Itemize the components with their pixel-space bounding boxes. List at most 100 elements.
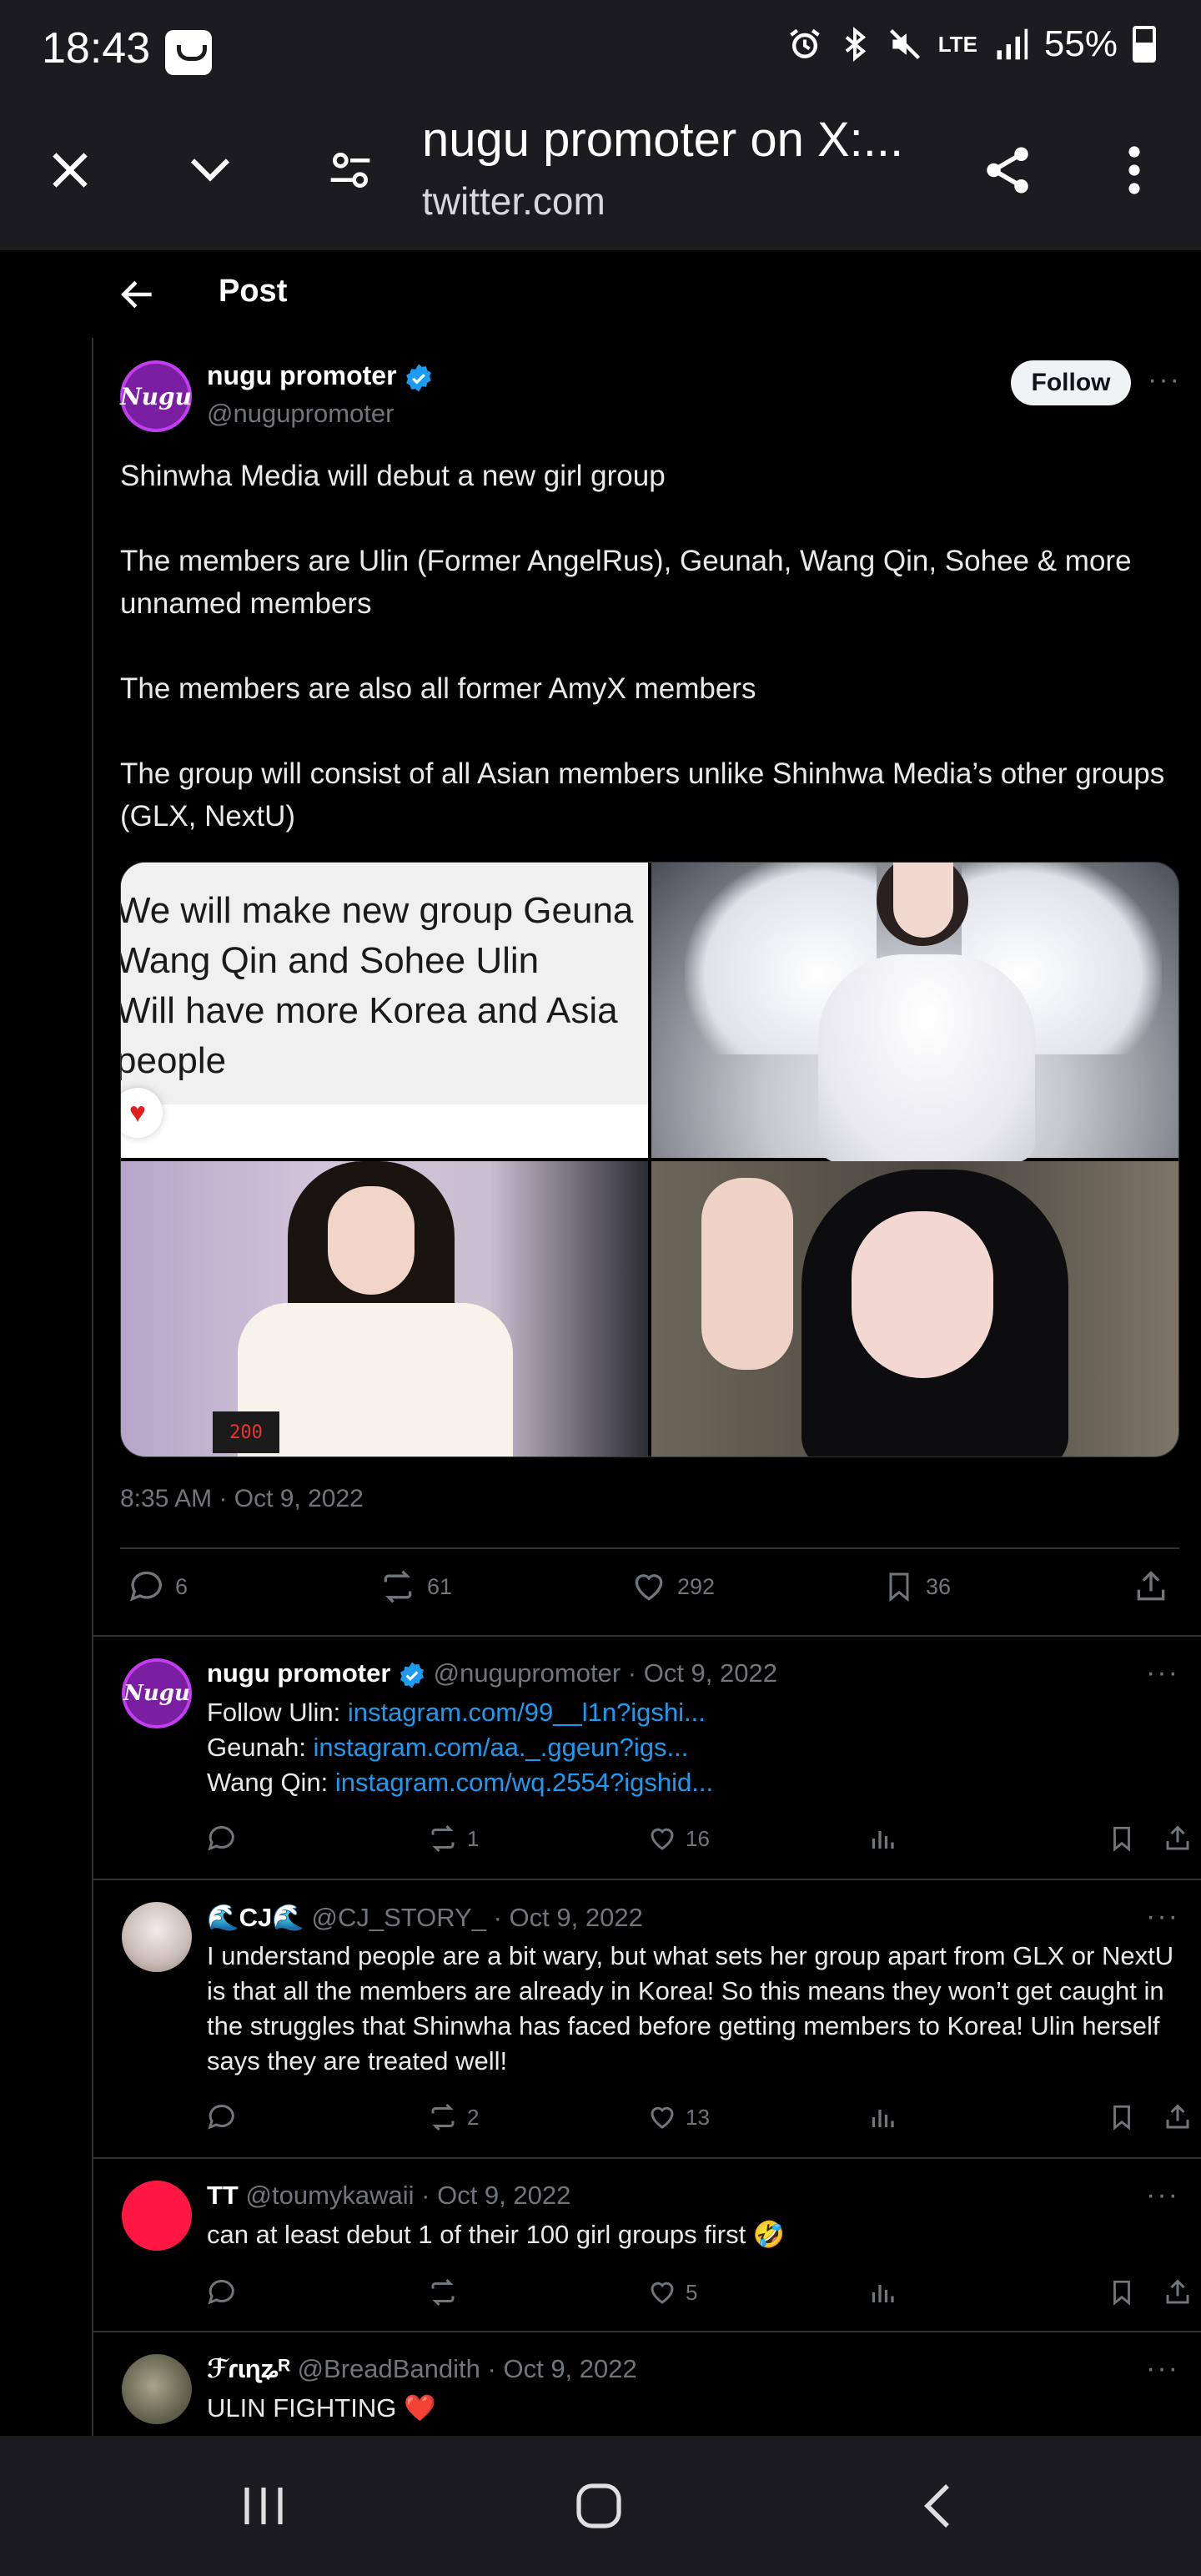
media-image-angel-photo[interactable] [651, 863, 1178, 1163]
avatar[interactable] [122, 1902, 192, 1972]
author-handle[interactable]: @nugupromoter [434, 1658, 621, 1688]
repost-button[interactable]: 2 [427, 2102, 479, 2132]
author-name[interactable]: nugu promoter [207, 1658, 390, 1688]
like-button[interactable]: 16 [647, 1824, 710, 1854]
instagram-link[interactable]: instagram.com/aa._.ggeun?igs... [314, 1733, 689, 1762]
line-label: Geunah: [207, 1733, 314, 1762]
battery-percent: 55% [1043, 23, 1118, 64]
reply-icon [208, 2279, 234, 2305]
reply-button[interactable] [207, 2277, 237, 2307]
screenshot-text-area: We will make new group Geuna Wang Qin an… [121, 863, 648, 1104]
more-options-icon[interactable]: ··· [1146, 2352, 1179, 2385]
minimize-button[interactable] [170, 130, 250, 210]
views-button[interactable] [867, 1824, 897, 1854]
bluetooth-icon [845, 27, 866, 62]
share-tweet-button[interactable] [1163, 1824, 1193, 1854]
tweet-timestamp[interactable]: 8:35 AM · Oct 9, 2022 [120, 1485, 364, 1513]
menu-button[interactable] [1094, 130, 1174, 210]
media-image-portrait-photo[interactable]: 200 [121, 1161, 648, 1457]
arrow-left-icon[interactable] [117, 274, 158, 315]
avatar[interactable]: Nugu [120, 360, 192, 432]
repost-button[interactable]: 61 [379, 1568, 452, 1605]
more-options-icon[interactable]: ··· [1146, 1900, 1179, 1933]
author-name[interactable]: TT [207, 2181, 239, 2210]
back-button[interactable] [896, 2473, 979, 2539]
page-url[interactable]: twitter.com [422, 179, 606, 224]
follow-button[interactable]: Follow [1011, 360, 1131, 405]
like-button[interactable]: 13 [647, 2102, 710, 2132]
like-button[interactable]: 5 [647, 2277, 697, 2307]
reply-button[interactable]: 6 [128, 1568, 188, 1605]
share-tweet-button[interactable] [1163, 2277, 1193, 2307]
author-handle[interactable]: @CJ_STORY_ [311, 1903, 486, 1932]
media-image-screenshot[interactable]: We will make new group Geuna Wang Qin an… [121, 863, 648, 1158]
share-tweet-button[interactable] [1163, 2102, 1193, 2132]
repost-button[interactable] [427, 2277, 467, 2307]
system-navigation-bar [0, 2436, 1201, 2576]
close-button[interactable] [30, 130, 110, 210]
reply-button[interactable] [207, 2102, 237, 2132]
share-tweet-button[interactable] [1133, 1568, 1169, 1605]
line-label: Wang Qin: [207, 1768, 335, 1797]
instagram-link[interactable]: instagram.com/wq.2554?igshid... [335, 1768, 713, 1797]
reply-date[interactable]: · Oct 9, 2022 [421, 2181, 570, 2210]
face-shape [852, 1211, 993, 1378]
author-handle[interactable]: @BreadBandith [298, 2354, 480, 2383]
author-handle[interactable]: @toumykawaii [246, 2181, 415, 2210]
reply-date[interactable]: · Oct 9, 2022 [494, 1903, 643, 1932]
instagram-link[interactable]: instagram.com/99__l1n?igshi... [348, 1698, 706, 1727]
dress-shape [818, 954, 1035, 1163]
author-handle[interactable]: @nugupromoter [207, 399, 394, 429]
avatar[interactable]: Nugu [122, 1658, 192, 1728]
bookmark-button[interactable] [1108, 2102, 1136, 2132]
repost-icon [431, 2278, 455, 2307]
battery-icon [1133, 26, 1156, 63]
network-type: LTE [937, 32, 977, 57]
heart-icon [635, 1574, 663, 1601]
verified-badge-icon [406, 364, 432, 392]
like-button[interactable]: 292 [631, 1568, 715, 1605]
bookmark-count: 36 [926, 1573, 952, 1599]
views-button[interactable] [867, 2102, 897, 2132]
reply-tweet[interactable]: ℱɾɩɳʑᴿ @BreadBandith · Oct 9, 2022 ··· U… [93, 2331, 1201, 2436]
share-icon [987, 147, 1028, 194]
views-chart-icon [872, 2285, 894, 2302]
repost-button[interactable]: 1 [427, 1824, 479, 1854]
avatar[interactable] [122, 2181, 192, 2251]
reply-tweet[interactable]: 🌊CJ🌊 @CJ_STORY_ · Oct 9, 2022 ··· I unde… [93, 1879, 1201, 2157]
site-settings-button[interactable] [310, 130, 390, 210]
bookmark-button[interactable] [1108, 2277, 1136, 2307]
bookmark-button[interactable]: 36 [882, 1568, 951, 1605]
reply-date[interactable]: · Oct 9, 2022 [488, 2354, 637, 2383]
signal-icon [997, 28, 1028, 60]
more-options-icon[interactable]: ··· [1146, 1657, 1179, 1689]
reply-tweet[interactable]: Nugu nugu promoter @nugupromoter · Oct 9… [93, 1635, 1201, 1879]
share-button[interactable] [967, 130, 1048, 210]
author-name[interactable]: ℱɾɩɳʑᴿ [207, 2354, 290, 2383]
reply-header: nugu promoter @nugupromoter · Oct 9, 202… [207, 1658, 777, 1689]
more-options-icon[interactable]: ··· [1148, 364, 1181, 396]
close-icon [53, 153, 88, 188]
bookmark-button[interactable] [1108, 1824, 1136, 1854]
page-title: nugu promoter on X:... [422, 113, 904, 167]
views-button[interactable] [867, 2277, 897, 2307]
reply-tweet[interactable]: TT @toumykawaii · Oct 9, 2022 ··· can at… [93, 2157, 1201, 2331]
views-chart-icon [872, 1831, 894, 1849]
screenshot-line: people [121, 1040, 227, 1081]
upload-share-icon [1166, 1825, 1189, 1850]
reply-line: Wang Qin: instagram.com/wq.2554?igshid..… [207, 1765, 1183, 1800]
recent-apps-button[interactable] [222, 2473, 305, 2539]
reply-button[interactable] [207, 1824, 237, 1854]
reply-date[interactable]: · Oct 9, 2022 [628, 1658, 777, 1688]
author-name-row[interactable]: nugu promoter [207, 360, 434, 393]
status-time: 18:43 [42, 24, 151, 73]
reply-line: Geunah: instagram.com/aa._.ggeun?igs... [207, 1730, 1183, 1765]
author-name[interactable]: CJ [239, 1903, 273, 1932]
author-name[interactable]: nugu promoter [207, 360, 397, 390]
home-button[interactable] [557, 2473, 641, 2539]
avatar[interactable] [122, 2354, 192, 2424]
more-options-icon[interactable]: ··· [1146, 2179, 1179, 2211]
tweet-paragraph: The members are Ulin (Former AngelRus), … [120, 545, 1132, 620]
reply-line: Follow Ulin: instagram.com/99__l1n?igshi… [207, 1695, 1183, 1730]
media-image-selfie-photo[interactable] [651, 1161, 1178, 1457]
